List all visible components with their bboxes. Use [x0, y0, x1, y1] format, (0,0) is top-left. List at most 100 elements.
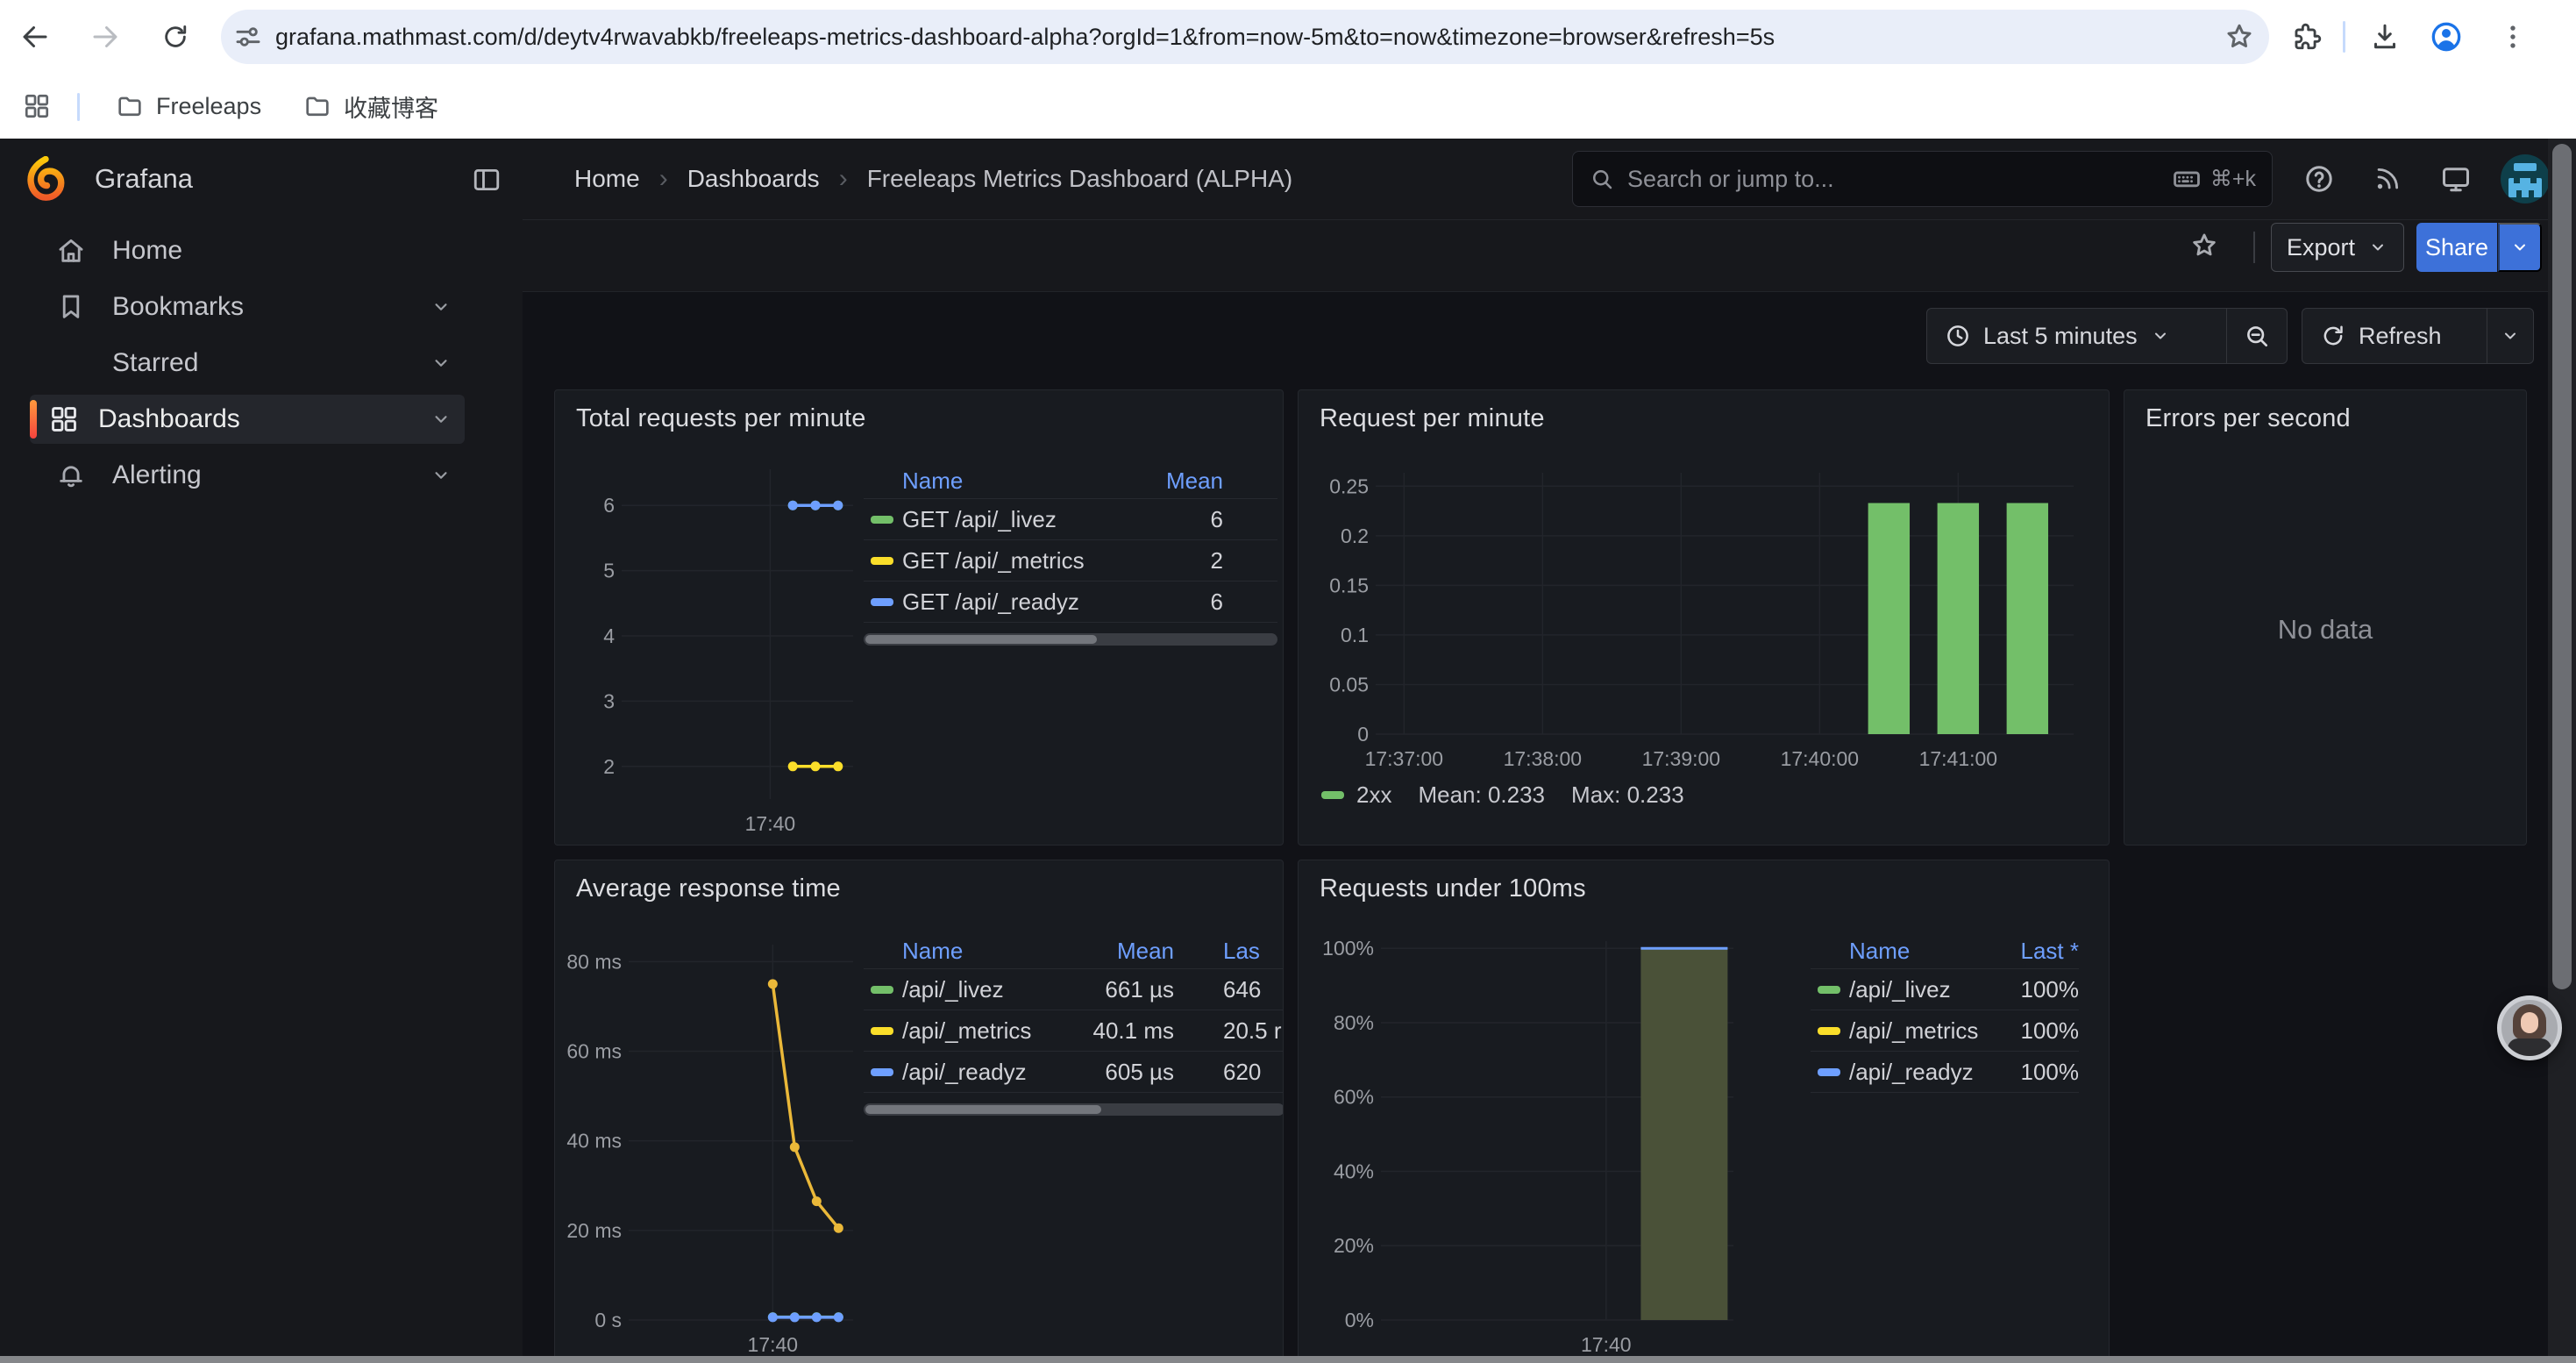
legend-scrollbar-thumb[interactable]	[865, 635, 1097, 644]
legend-series-name[interactable]: /api/_readyz	[902, 1059, 1078, 1086]
legend-column-header[interactable]: Mean	[1118, 467, 1223, 495]
legend-stat: Max: 0.233	[1571, 781, 1684, 809]
legend-series-color	[1811, 1027, 1849, 1035]
time-range-picker[interactable]: Last 5 minutes	[1927, 309, 2226, 363]
sidebar-item-bookmarks[interactable]: Bookmarks	[30, 282, 465, 332]
page-scrollbar-thumb[interactable]	[2552, 144, 2572, 989]
favorite-dashboard-button[interactable]	[2181, 223, 2227, 268]
legend-column-header[interactable]: Name	[902, 467, 1118, 495]
extensions-button[interactable]	[2283, 12, 2332, 61]
panel-title[interactable]: Average response time	[576, 874, 841, 903]
chart-plot[interactable]: 0 s20 ms40 ms60 ms80 ms17:40	[560, 934, 862, 1363]
horizontal-scrollbar[interactable]	[0, 1356, 2576, 1363]
legend-series-color	[864, 1027, 902, 1035]
sidebar-item-dashboards[interactable]: Dashboards	[30, 395, 465, 444]
monitor-icon	[2440, 163, 2472, 195]
downloads-button[interactable]	[2360, 12, 2409, 61]
svg-text:20%: 20%	[1334, 1234, 1374, 1257]
bookmark-folder-2[interactable]: 收藏博客	[286, 83, 456, 129]
legend-column-header[interactable]: Mean	[1078, 938, 1174, 965]
chart-plot[interactable]: 2345617:40	[564, 464, 853, 838]
series-color-pill	[1818, 986, 1840, 994]
news-button[interactable]	[2366, 157, 2409, 201]
legend-column-header[interactable]: Name	[902, 938, 1078, 965]
floating-assistant-avatar[interactable]	[2497, 995, 2562, 1060]
bookmark-star-icon[interactable]	[2224, 21, 2255, 53]
legend-series-name[interactable]: /api/_metrics	[1849, 1017, 1982, 1045]
grafana-app: Grafana Home › Dashboards › Freeleaps Me…	[0, 139, 2576, 1363]
forward-button[interactable]	[81, 12, 130, 61]
user-avatar[interactable]	[2501, 154, 2550, 203]
svg-text:40 ms: 40 ms	[566, 1130, 622, 1152]
series-color-pill	[871, 1068, 893, 1076]
share-button[interactable]: Share	[2416, 223, 2497, 272]
sidebar-item-home[interactable]: Home	[30, 226, 465, 275]
legend-column-header[interactable]: Las	[1174, 938, 1284, 965]
legend-column-header[interactable]: Last *	[1982, 938, 2079, 965]
legend-series-name[interactable]: GET /api/_metrics	[902, 547, 1118, 574]
refresh-interval-button[interactable]	[2487, 309, 2533, 363]
panel-legend: 2xx Mean: 0.233 Max: 0.233	[1321, 781, 1684, 809]
grafana-logo[interactable]	[23, 156, 68, 202]
star-icon	[56, 348, 88, 378]
legend-stat: Mean: 0.233	[1418, 781, 1545, 809]
apps-shortcut-button[interactable]	[14, 83, 60, 129]
puzzle-icon	[2293, 22, 2323, 52]
legend-series-name[interactable]: GET /api/_livez	[902, 506, 1118, 533]
svg-text:17:40: 17:40	[748, 1333, 799, 1356]
legend-column-header[interactable]: Name	[1849, 938, 1982, 965]
legend-scrollbar[interactable]	[864, 633, 1277, 646]
panel-title[interactable]: Requests under 100ms	[1320, 874, 1586, 903]
legend-series-name[interactable]: /api/_readyz	[1849, 1059, 1982, 1086]
legend-header: NameLast *	[1811, 934, 2079, 969]
panel-avg: Average response time 0 s20 ms40 ms60 ms8…	[554, 860, 1284, 1363]
panel-title[interactable]: Errors per second	[2145, 404, 2351, 433]
site-settings-icon[interactable]	[233, 22, 263, 52]
share-dropdown-button[interactable]	[2498, 223, 2542, 272]
panel-title[interactable]: Request per minute	[1320, 404, 1545, 433]
url-bar[interactable]: grafana.mathmast.com/d/deytv4rwavabkb/fr…	[221, 10, 2269, 64]
bookmark-folder-1[interactable]: Freeleaps	[98, 83, 279, 129]
browser-menu-button[interactable]	[2488, 12, 2537, 61]
panel-title[interactable]: Total requests per minute	[576, 404, 866, 433]
panel-total: Total requests per minute 2345617:40 NameM…	[554, 389, 1284, 846]
series-color-pill	[871, 516, 893, 524]
legend-series-name[interactable]: /api/_livez	[1849, 976, 1982, 1003]
toolbar-divider	[2343, 21, 2345, 53]
legend-series-name[interactable]: /api/_metrics	[902, 1017, 1078, 1045]
sidebar-item-starred[interactable]: Starred	[30, 339, 465, 388]
chart-plot[interactable]: 0%20%40%60%80%100%17:40	[1313, 934, 1804, 1363]
legend-scrollbar-thumb[interactable]	[865, 1105, 1101, 1114]
svg-text:100%: 100%	[1322, 937, 1374, 960]
zoom-out-button[interactable]	[2227, 309, 2287, 363]
back-button[interactable]	[11, 12, 60, 61]
rss-icon	[2373, 164, 2402, 194]
legend-scrollbar[interactable]	[864, 1103, 1284, 1116]
bell-icon	[56, 460, 88, 490]
reload-icon	[160, 22, 190, 52]
sidebar-item-alerting[interactable]: Alerting	[30, 451, 465, 500]
chevron-down-icon	[430, 352, 452, 375]
actions-divider	[2253, 232, 2255, 263]
profile-button[interactable]	[2422, 12, 2471, 61]
legend-series-name[interactable]: /api/_livez	[902, 976, 1078, 1003]
search-input[interactable]: Search or jump to... ⌘+k	[1572, 151, 2273, 207]
svg-text:0: 0	[1357, 723, 1369, 746]
refresh-button[interactable]: Refresh	[2302, 309, 2487, 363]
bookmark-label: Freeleaps	[156, 93, 261, 120]
legend-series-name[interactable]: GET /api/_readyz	[902, 589, 1118, 616]
kiosk-mode-button[interactable]	[2434, 157, 2478, 201]
sidebar-toggle-button[interactable]	[465, 158, 509, 202]
reload-button[interactable]	[151, 12, 200, 61]
apps-grid-icon	[23, 92, 51, 120]
legend-value: 646	[1174, 976, 1284, 1003]
chart-plot[interactable]: 00.050.10.150.20.2517:37:0017:38:0017:39…	[1313, 464, 2096, 785]
breadcrumb-home[interactable]: Home	[574, 165, 640, 193]
folder-icon	[303, 92, 331, 120]
help-button[interactable]	[2297, 157, 2341, 201]
legend-value: 40.1 ms	[1078, 1017, 1174, 1045]
breadcrumb-dashboards[interactable]: Dashboards	[687, 165, 820, 193]
chevron-down-icon	[2367, 237, 2388, 258]
export-button[interactable]: Export	[2271, 223, 2404, 272]
legend-item[interactable]: 2xx	[1321, 781, 1391, 809]
